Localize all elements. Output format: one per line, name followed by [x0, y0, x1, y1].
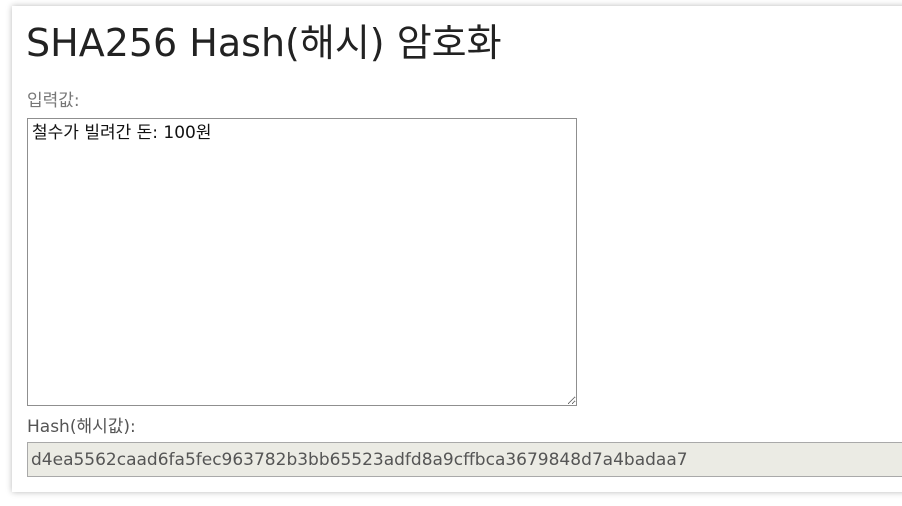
input-label: 입력값: [27, 91, 80, 111]
page-title: SHA256 Hash(해시) 암호화 [26, 21, 502, 65]
hash-label: Hash(해시값): [27, 417, 136, 437]
input-textarea[interactable]: 철수가 빌려간 돈: 100원 [27, 118, 577, 406]
hash-output-field[interactable] [27, 442, 902, 477]
